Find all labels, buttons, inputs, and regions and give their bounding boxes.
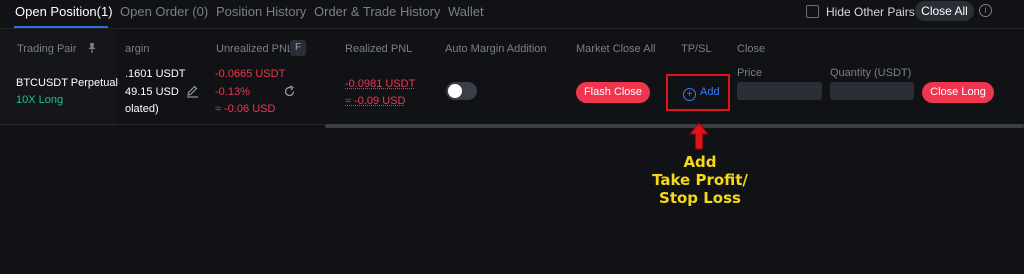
realized-pnl-usdt: -0.0981 USDT — [345, 78, 416, 90]
tab-order-trade-history[interactable]: Order & Trade History — [314, 4, 440, 19]
position-leverage: 10X Long — [16, 94, 64, 106]
realized-pnl-usd: ≈ -0.09 USD — [345, 95, 406, 107]
col-close: Close — [737, 43, 766, 55]
hide-other-pairs-label[interactable]: Hide Other Pairs — [826, 5, 915, 19]
close-all-button[interactable]: Close All — [915, 1, 974, 21]
share-icon[interactable] — [283, 85, 296, 98]
margin-mode: olated) — [125, 103, 159, 115]
hide-other-pairs-checkbox[interactable] — [806, 5, 819, 18]
flash-close-button[interactable]: Flash Close — [576, 82, 650, 103]
tab-position-history[interactable]: Position History — [216, 4, 306, 19]
col-trading-pair: Trading Pair — [17, 43, 77, 55]
col-unrealized-pnl: Unrealized PNL — [216, 43, 294, 55]
margin-usdt: .1601 USDT — [125, 68, 186, 80]
tabs-divider — [0, 28, 1024, 29]
pin-icon[interactable] — [86, 42, 98, 54]
annotation-line-3: Stop Loss — [659, 189, 741, 207]
horizontal-scrollbar[interactable] — [325, 124, 1024, 128]
auto-margin-toggle[interactable] — [446, 82, 477, 100]
info-icon[interactable]: i — [979, 4, 992, 17]
close-quantity-input[interactable] — [830, 82, 914, 100]
col-market-close-all: Market Close All — [576, 43, 656, 55]
annotation-line-2: Take Profit/ — [652, 171, 748, 189]
unrealized-pnl-usdt: -0.0665 USDT — [215, 68, 286, 80]
close-quantity-label: Quantity (USDT) — [830, 67, 912, 79]
margin-usd: 49.15 USD — [125, 86, 179, 98]
unrealized-pnl-mode-badge[interactable]: F — [290, 40, 306, 56]
col-realized-pnl: Realized PNL — [345, 43, 413, 55]
unrealized-pnl-usd: ≈ -0.06 USD — [215, 103, 276, 115]
tpsl-highlight-box — [666, 74, 730, 111]
col-auto-margin-addition: Auto Margin Addition — [445, 43, 547, 55]
unrealized-pnl-percent: -0.13% — [215, 86, 250, 98]
tab-wallet[interactable]: Wallet — [448, 4, 484, 19]
close-price-label: Price — [737, 67, 763, 79]
tpsl-annotation: Add Take Profit/ Stop Loss — [600, 153, 800, 207]
close-long-button[interactable]: Close Long — [922, 82, 994, 103]
edit-icon[interactable] — [186, 85, 199, 98]
position-tabs: Open Position(1) Open Order (0) Position… — [0, 0, 1024, 28]
toggle-knob — [448, 84, 462, 98]
col-tpsl: TP/SL — [681, 43, 712, 55]
close-price-input[interactable] — [737, 82, 822, 100]
tab-open-position[interactable]: Open Position(1) — [15, 4, 113, 19]
annotation-line-1: Add — [683, 153, 717, 171]
pair-name[interactable]: BTCUSDT Perpetual — [16, 77, 118, 89]
tab-open-order[interactable]: Open Order (0) — [120, 4, 208, 19]
col-margin: argin — [125, 43, 150, 55]
arrow-up-icon — [688, 122, 710, 150]
